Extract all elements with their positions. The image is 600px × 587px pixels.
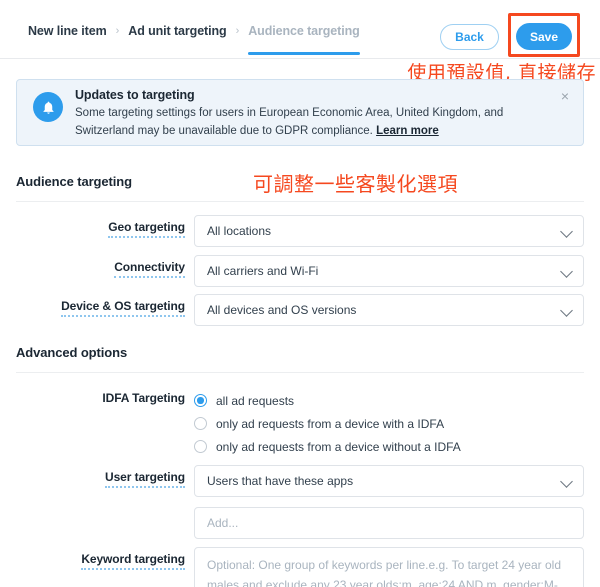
geo-targeting-value: All locations — [207, 224, 272, 238]
chevron-down-icon — [560, 265, 573, 278]
idfa-option-all-ad-requests[interactable]: all ad requests — [194, 389, 461, 412]
idfa-option-label: all ad requests — [216, 393, 295, 408]
geo-targeting-label: Geo targeting — [0, 220, 185, 238]
breadcrumb-item-new-line-item[interactable]: New line item — [28, 24, 107, 38]
header-actions: Back Save — [440, 13, 580, 57]
breadcrumb-separator-icon: › — [115, 25, 120, 37]
keyword-placeholder-line2: males and exclude any 23 year olds:m_age… — [207, 577, 558, 587]
chevron-down-icon — [560, 304, 573, 317]
connectivity-select[interactable]: All carriers and Wi-Fi — [194, 255, 584, 287]
keyword-placeholder-line1: Optional: One group of keywords per line… — [207, 558, 561, 572]
chevron-down-icon — [560, 225, 573, 238]
section-divider — [16, 201, 584, 202]
geo-targeting-select[interactable]: All locations — [194, 215, 584, 247]
banner-text: Some targeting settings for users in Eur… — [75, 105, 549, 141]
idfa-option-label: only ad requests from a device without a… — [216, 439, 461, 454]
idfa-option-without-idfa[interactable]: only ad requests from a device without a… — [194, 435, 461, 458]
idfa-targeting-label: IDFA Targeting — [102, 391, 185, 405]
keyword-targeting-textarea[interactable]: Optional: One group of keywords per line… — [194, 547, 584, 587]
keyword-targeting-label: Keyword targeting — [0, 552, 185, 570]
advanced-options-section-title: Advanced options — [16, 345, 128, 360]
breadcrumb-separator-icon: › — [235, 25, 240, 37]
save-button[interactable]: Save — [516, 23, 572, 50]
idfa-targeting-radio-group: all ad requests only ad requests from a … — [194, 389, 461, 458]
audience-targeting-section-title: Audience targeting — [16, 174, 132, 189]
radio-icon[interactable] — [194, 417, 207, 430]
audience-targeting-page: New line item › Ad unit targeting › Audi… — [0, 0, 600, 587]
user-targeting-value: Users that have these apps — [207, 474, 354, 488]
radio-icon[interactable] — [194, 440, 207, 453]
save-button-wrapper: Save — [508, 13, 580, 57]
banner-text-line2: Switzerland may be unavailable due to GD… — [75, 124, 373, 137]
breadcrumb: New line item › Ad unit targeting › Audi… — [28, 24, 361, 55]
connectivity-label: Connectivity — [0, 260, 185, 278]
banner-body: Updates to targeting Some targeting sett… — [75, 88, 549, 141]
user-targeting-select[interactable]: Users that have these apps — [194, 465, 584, 497]
connectivity-value: All carriers and Wi-Fi — [207, 264, 319, 278]
device-os-targeting-label: Device & OS targeting — [0, 299, 185, 317]
page-header: New line item › Ad unit targeting › Audi… — [0, 0, 600, 59]
close-icon[interactable]: × — [557, 88, 573, 104]
idfa-option-with-idfa[interactable]: only ad requests from a device with a ID… — [194, 412, 461, 435]
breadcrumb-item-audience-targeting[interactable]: Audience targeting — [248, 24, 361, 55]
banner-text-line1: Some targeting settings for users in Eur… — [75, 107, 504, 119]
annotation-customizable-options: 可調整一些客製化選項 — [253, 172, 458, 196]
idfa-option-label: only ad requests from a device with a ID… — [216, 416, 445, 431]
user-targeting-label: User targeting — [0, 470, 185, 488]
banner-title: Updates to targeting — [75, 88, 195, 102]
bell-icon — [33, 92, 63, 122]
user-targeting-add-input[interactable]: Add... — [194, 507, 584, 539]
radio-icon-selected[interactable] — [194, 394, 207, 407]
breadcrumb-item-ad-unit-targeting[interactable]: Ad unit targeting — [128, 24, 226, 38]
section-divider — [16, 372, 584, 373]
user-targeting-add-placeholder: Add... — [207, 516, 239, 530]
gdpr-notice-banner: Updates to targeting Some targeting sett… — [16, 79, 584, 146]
back-button[interactable]: Back — [440, 23, 499, 50]
chevron-down-icon — [560, 475, 573, 488]
device-os-targeting-value: All devices and OS versions — [207, 303, 357, 317]
learn-more-link[interactable]: Learn more — [376, 125, 439, 137]
device-os-targeting-select[interactable]: All devices and OS versions — [194, 294, 584, 326]
keyword-targeting-placeholder: Optional: One group of keywords per line… — [207, 556, 573, 587]
